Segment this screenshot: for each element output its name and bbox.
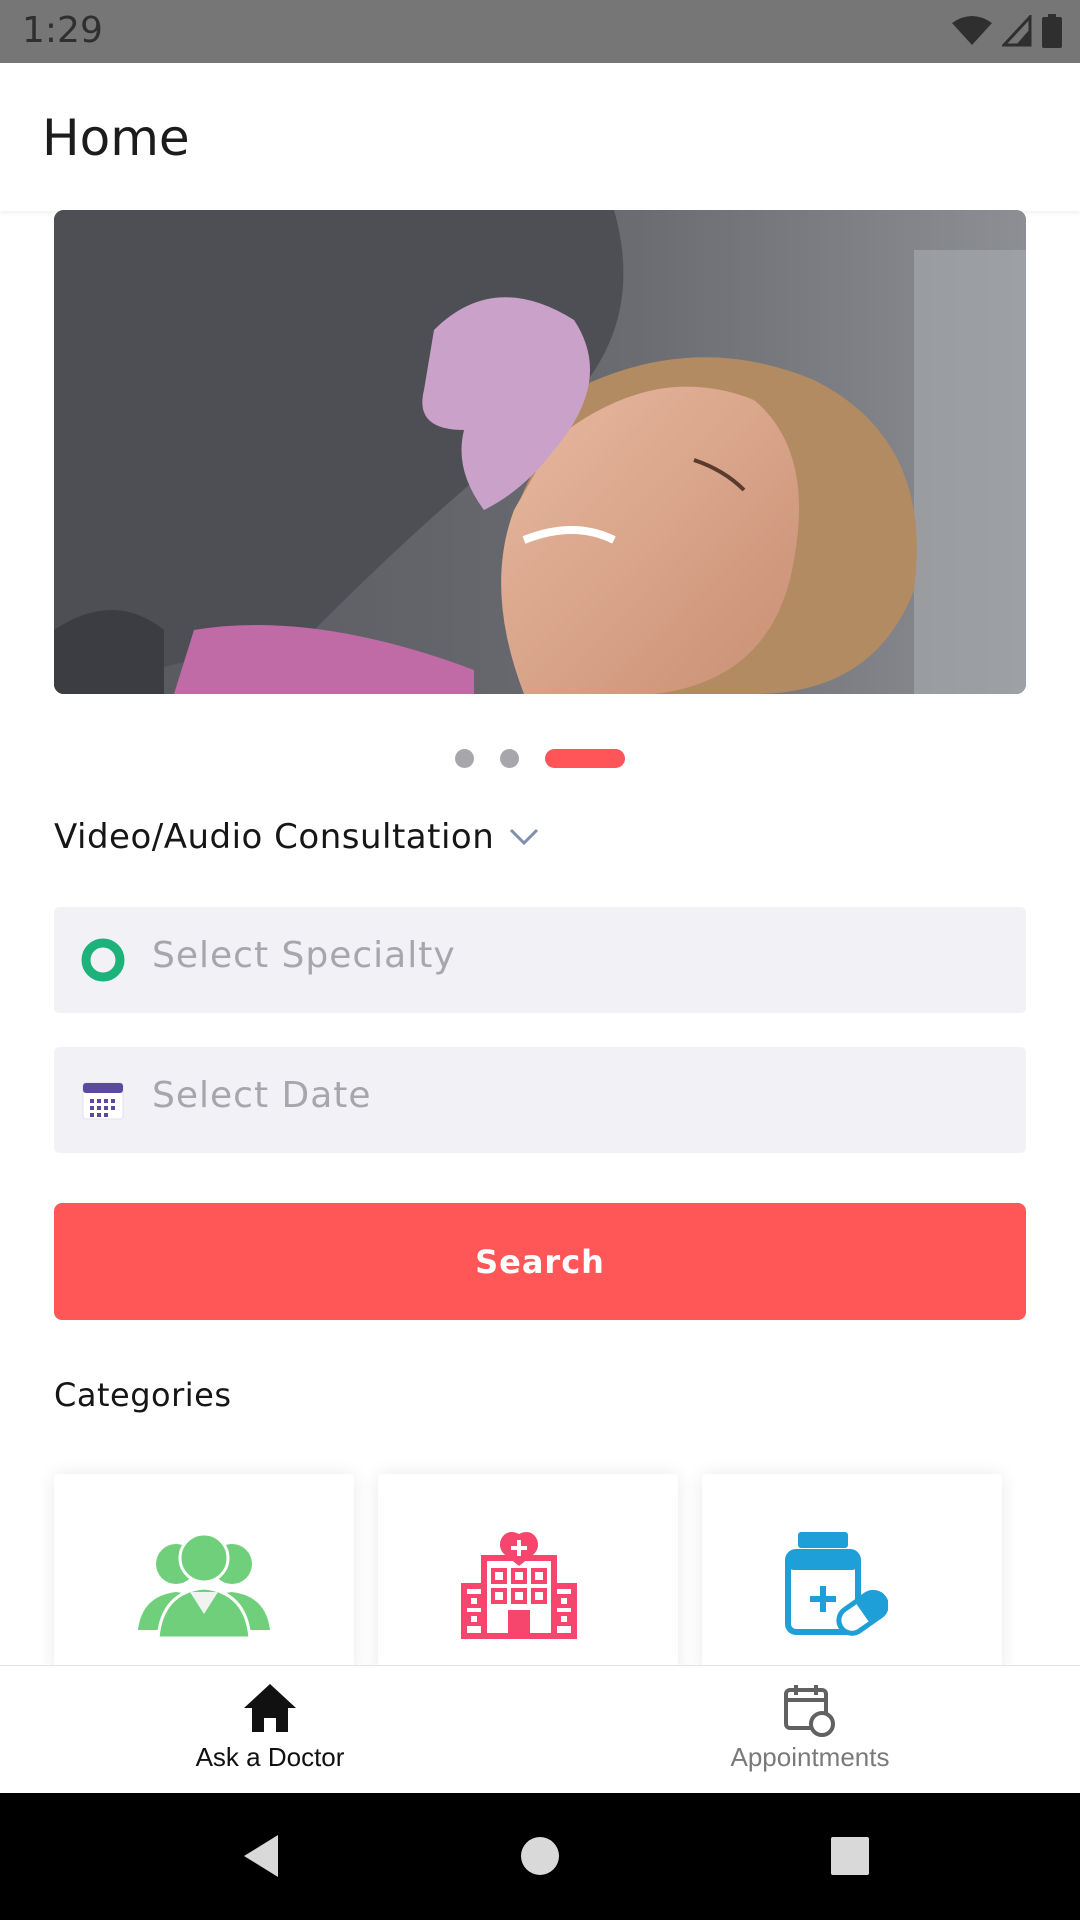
doctors-icon: [138, 1532, 270, 1640]
recents-button[interactable]: [790, 1793, 910, 1920]
home-icon: [244, 1684, 296, 1732]
carousel-indicator: [455, 749, 625, 768]
status-time: 1:29: [22, 10, 103, 51]
date-placeholder: Select Date: [152, 1075, 372, 1116]
bottom-navigation: Ask a Doctor Appointments: [0, 1665, 1080, 1794]
specialty-field[interactable]: Select Specialty: [54, 907, 1026, 1013]
wifi-icon: [952, 16, 992, 45]
search-button[interactable]: Search: [54, 1203, 1026, 1320]
status-icons: [952, 14, 1062, 48]
carousel-dot-active[interactable]: [545, 749, 625, 768]
banner-image[interactable]: [54, 210, 1026, 694]
consultation-type-dropdown[interactable]: Video/Audio Consultation: [54, 817, 540, 857]
medicine-icon: [785, 1532, 888, 1636]
banner-illustration: [54, 210, 1026, 694]
category-card-medicines[interactable]: [702, 1474, 1002, 1674]
nav-item-ask-a-doctor[interactable]: Ask a Doctor: [0, 1666, 540, 1794]
signal-icon: [1002, 15, 1032, 47]
specialty-icon: [81, 938, 125, 982]
chevron-down-icon: [510, 828, 539, 846]
nav-label-appointments: Appointments: [730, 1742, 890, 1772]
app-bar: Home: [0, 63, 1080, 211]
categories-title: Categories: [54, 1376, 232, 1414]
category-card-hospitals[interactable]: [378, 1474, 678, 1674]
system-navigation-bar: [0, 1793, 1080, 1920]
calendar-clock-icon: [784, 1685, 835, 1737]
battery-icon: [1042, 14, 1062, 48]
hospital-icon: [461, 1532, 577, 1639]
page-title: Home: [42, 109, 190, 167]
carousel-dot[interactable]: [455, 749, 474, 768]
nav-label-ask-a-doctor: Ask a Doctor: [195, 1742, 345, 1772]
calendar-icon: [82, 1082, 124, 1120]
date-field[interactable]: Select Date: [54, 1047, 1026, 1153]
nav-item-appointments[interactable]: Appointments: [540, 1666, 1080, 1794]
home-circle-icon: [521, 1837, 559, 1875]
specialty-placeholder: Select Specialty: [152, 935, 456, 976]
back-button[interactable]: [200, 1793, 320, 1920]
category-card-doctors[interactable]: [54, 1474, 354, 1674]
consultation-type-label: Video/Audio Consultation: [54, 817, 495, 857]
carousel-dot[interactable]: [500, 749, 519, 768]
back-icon: [244, 1835, 278, 1877]
status-bar: 1:29: [0, 0, 1080, 63]
recents-icon: [831, 1837, 869, 1875]
home-button[interactable]: [480, 1793, 600, 1920]
